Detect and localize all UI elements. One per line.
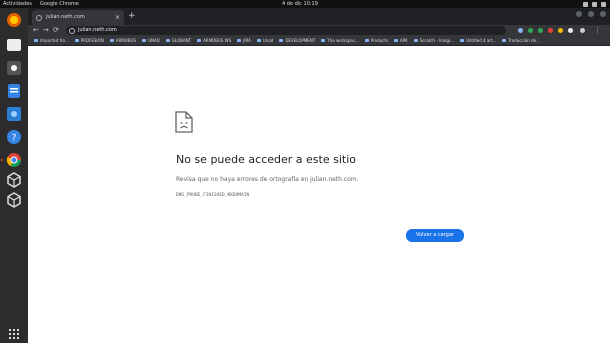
folder-icon (279, 39, 284, 42)
bookmark-item[interactable]: Untitled 4 art... (459, 38, 496, 43)
folder-icon (74, 39, 79, 42)
reload-icon[interactable]: ⟳ (53, 25, 59, 36)
tab-active[interactable]: julian.neth.com × (32, 10, 124, 25)
extension-icon[interactable] (538, 28, 543, 33)
address-bar[interactable]: julian.neth.com (66, 26, 506, 35)
url-text: julian.neth.com (78, 27, 117, 33)
error-code: DNS_PROBE_FINISHED_NXDOMAIN (176, 193, 250, 198)
extension-icon[interactable] (548, 28, 553, 33)
folder-icon (34, 39, 38, 42)
activities-button[interactable]: Actividades (3, 0, 32, 8)
bookmark-item[interactable]: Imported fro... (34, 38, 69, 43)
maximize-button[interactable] (588, 11, 594, 17)
link-icon (394, 39, 399, 42)
info-icon[interactable] (69, 27, 75, 34)
error-description: Revisa que no haya errores de ortografía… (176, 176, 359, 183)
terminal-icon[interactable] (6, 60, 22, 76)
error-title: No se puede acceder a este sitio (176, 153, 356, 166)
document-icon[interactable] (6, 83, 22, 99)
toolbar: ← → ⟳ julian.neth.com ⋮ (28, 25, 610, 36)
folder-icon (256, 39, 261, 42)
error-page: No se puede acceder a este sitio Revisa … (28, 46, 610, 343)
menu-icon[interactable]: ⋮ (594, 25, 601, 36)
top-bar: Actividades Google Chrome 4 de dic 10:19 (0, 0, 610, 8)
extension-icon[interactable] (568, 28, 573, 33)
close-window-button[interactable] (600, 11, 606, 17)
folder-icon (197, 39, 202, 42)
folder-icon (165, 39, 170, 42)
files-icon[interactable] (6, 37, 22, 53)
extension-icon[interactable] (558, 28, 563, 33)
bookmark-item[interactable]: APK (394, 38, 408, 43)
bookmark-item[interactable]: DEVELOPMENT (279, 38, 315, 43)
close-icon[interactable]: × (115, 10, 120, 25)
reload-button[interactable]: Volver a cargar (406, 229, 464, 242)
extension-icon[interactable] (518, 28, 523, 33)
help-icon[interactable]: ? (6, 129, 22, 145)
bookmark-item[interactable]: UNAD (142, 38, 160, 43)
extension-icon[interactable] (528, 28, 533, 33)
bookmark-item[interactable]: JIRA (237, 38, 251, 43)
network-icon (583, 1, 588, 7)
bookmark-item[interactable]: Scratch - Imagi... (413, 38, 454, 43)
window-controls (576, 11, 606, 17)
bookmark-item[interactable]: Traducción de... (502, 38, 540, 43)
volume-icon (592, 1, 597, 7)
app-menu[interactable]: Google Chrome (40, 0, 79, 8)
link-icon (459, 39, 464, 42)
bookmark-item[interactable]: ARMOBUS WS (197, 38, 231, 43)
photo-icon[interactable] (6, 106, 22, 122)
system-tray[interactable] (583, 0, 606, 7)
bookmark-item[interactable]: PROFESION (74, 38, 104, 43)
cube-icon[interactable] (6, 172, 22, 188)
bookmarks-bar: Imported fro... PROFESION ARMOBUS UNAD G… (28, 36, 610, 46)
back-icon[interactable]: ← (33, 25, 39, 36)
firefox-icon[interactable] (6, 12, 22, 28)
power-icon (601, 1, 606, 7)
folder-icon (109, 39, 114, 42)
cube-icon[interactable] (6, 192, 22, 208)
clock[interactable]: 4 de dic 10:19 (282, 0, 318, 8)
bookmark-item[interactable]: Products (364, 38, 388, 43)
link-icon (364, 39, 369, 42)
tab-strip: julian.neth.com × + (28, 8, 610, 25)
folder-icon (142, 39, 147, 42)
folder-icon (321, 39, 326, 42)
minimize-button[interactable] (576, 11, 582, 17)
link-icon (413, 39, 418, 42)
globe-icon (36, 15, 42, 21)
bookmark-item[interactable]: The workspac... (321, 38, 359, 43)
chrome-icon[interactable] (6, 152, 22, 168)
link-icon (502, 39, 507, 42)
bookmark-item[interactable]: Unad (256, 38, 273, 43)
new-tab-button[interactable]: + (128, 11, 136, 21)
bookmark-item[interactable]: ARMOBUS (109, 38, 136, 43)
folder-icon (237, 39, 242, 42)
chrome-window: julian.neth.com × + ← → ⟳ julian.neth.co… (28, 8, 610, 343)
sad-document-icon (175, 111, 193, 133)
tab-title: julian.neth.com (46, 14, 85, 20)
forward-icon[interactable]: → (43, 25, 49, 36)
bookmark-item[interactable]: GLOBANT (165, 38, 191, 43)
active-indicator (1, 159, 3, 161)
profile-avatar[interactable] (580, 28, 585, 33)
svg-text:?: ? (12, 134, 17, 144)
app-grid-icon[interactable] (6, 326, 22, 342)
dock: ? (0, 8, 28, 343)
